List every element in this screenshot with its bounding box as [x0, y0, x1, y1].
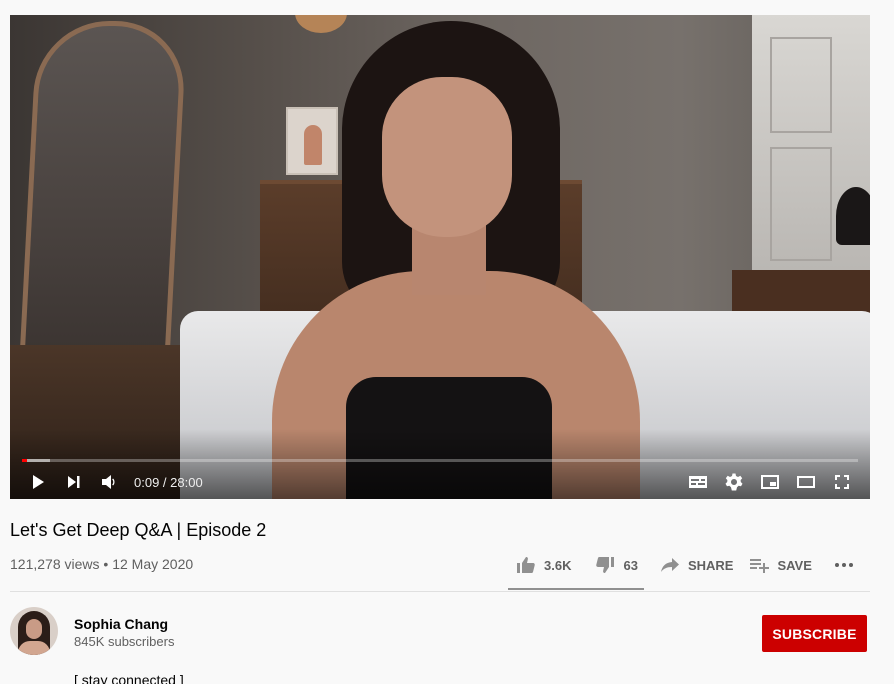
- subtitles-button[interactable]: [680, 465, 716, 499]
- miniplayer-icon: [761, 475, 779, 489]
- person-face: [382, 77, 512, 237]
- description-first-line: [ stay connected ]: [74, 672, 184, 684]
- like-dislike-sentiment-bar: [508, 588, 644, 590]
- thumbs-down-icon: [596, 557, 615, 573]
- share-label: SHARE: [687, 557, 734, 573]
- divider: [10, 591, 870, 592]
- more-actions-button[interactable]: [826, 548, 862, 582]
- wall-picture: [286, 107, 338, 175]
- dislike-count: 63: [623, 557, 638, 573]
- next-button[interactable]: [56, 465, 92, 499]
- volume-icon: [102, 475, 115, 489]
- view-count: 121,278 views: [10, 556, 100, 572]
- channel-avatar[interactable]: [10, 607, 58, 655]
- lamp: [836, 187, 870, 245]
- miniplayer-button[interactable]: [752, 465, 788, 499]
- video-frame[interactable]: [10, 15, 870, 499]
- more-dot: [848, 563, 853, 567]
- publish-date: 12 May 2020: [112, 556, 194, 572]
- fullscreen-icon: [835, 475, 849, 489]
- progress-played: [22, 459, 27, 462]
- subscribe-button[interactable]: SUBSCRIBE: [762, 615, 867, 652]
- settings-button[interactable]: [716, 465, 752, 499]
- theater-mode-icon: [797, 476, 815, 488]
- meta-separator: •: [99, 556, 113, 572]
- share-icon: [660, 558, 679, 572]
- subscriber-count: 845K subscribers: [74, 634, 175, 649]
- video-meta: 121,278 views • 12 May 2020: [10, 556, 193, 572]
- like-count: 3.6K: [544, 557, 572, 573]
- channel-name[interactable]: Sophia Chang: [74, 616, 168, 632]
- play-icon: [33, 475, 44, 489]
- current-time: 0:09: [134, 474, 160, 490]
- play-button[interactable]: [20, 465, 56, 499]
- video-player[interactable]: 0:09 / 28:00: [10, 15, 870, 499]
- volume-button[interactable]: [92, 465, 128, 499]
- subtitles-icon: [689, 476, 707, 488]
- playlist-add-icon: [750, 559, 770, 573]
- save-button[interactable]: SAVE: [741, 548, 819, 582]
- fullscreen-button[interactable]: [824, 465, 860, 499]
- duration: 28:00: [170, 474, 203, 490]
- next-icon: [68, 476, 80, 488]
- video-actions: 3.6K 63 SHARE SAVE: [508, 548, 862, 582]
- more-dot: [834, 563, 839, 567]
- video-title: Let's Get Deep Q&A | Episode 2: [10, 520, 267, 540]
- progress-bar[interactable]: [22, 459, 858, 462]
- like-button[interactable]: 3.6K: [508, 548, 587, 582]
- floor-mirror: [18, 21, 188, 373]
- dislike-button[interactable]: 63: [587, 548, 651, 582]
- time-display: 0:09 / 28:00: [134, 475, 203, 490]
- more-dot: [841, 563, 846, 567]
- theater-mode-button[interactable]: [788, 465, 824, 499]
- settings-icon: [725, 473, 743, 491]
- thumbs-up-icon: [517, 557, 535, 573]
- player-controls: 0:09 / 28:00: [10, 465, 870, 499]
- save-label: SAVE: [777, 557, 812, 573]
- watch-page: 0:09 / 28:00 Let's Get Deep Q&A | Episod…: [0, 0, 894, 684]
- share-button[interactable]: SHARE: [652, 548, 742, 582]
- time-separator: /: [159, 474, 171, 490]
